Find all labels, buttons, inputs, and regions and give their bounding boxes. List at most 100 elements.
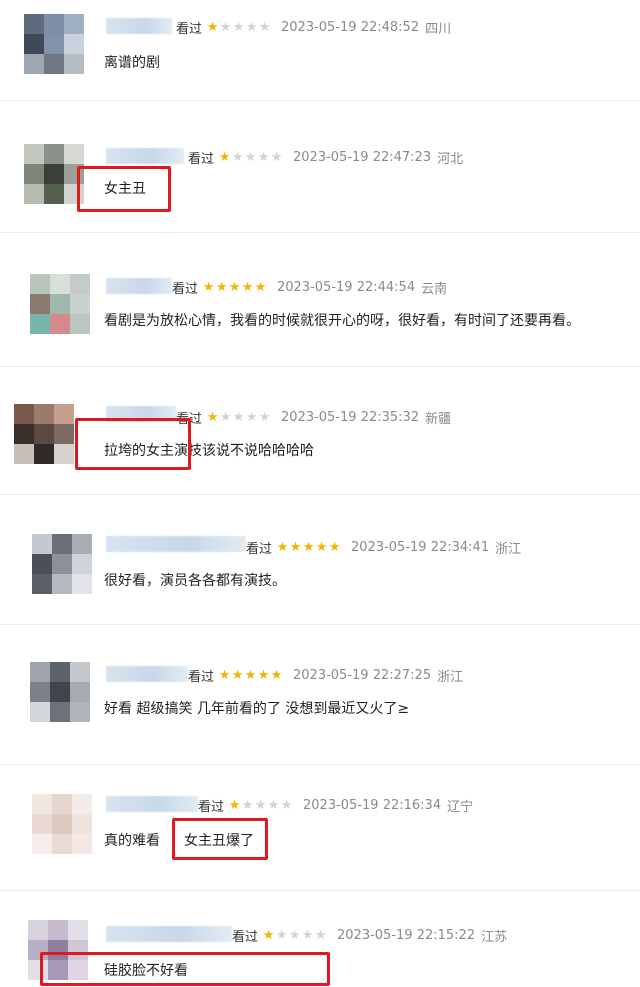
review-text: 离谱的剧 (104, 55, 160, 71)
watched-label: 看过 (188, 152, 215, 167)
avatar-pixel (52, 834, 72, 854)
review-text: 真的难看 (104, 833, 160, 849)
username-blurred[interactable] (106, 536, 246, 552)
review-text: 看剧是为放松心情，我看的时候就很开心的呀，很好看，有时间了还要再看。 (104, 313, 580, 329)
review-meta: 看过 ★ ★ ★ ★ ★ 2023-05-19 22:44:54 云南 (172, 278, 447, 297)
review-time: 2023-05-19 22:47:23 (293, 150, 432, 165)
username-blurred[interactable] (106, 666, 188, 682)
avatar-pixel (70, 682, 90, 702)
avatar-pixel (50, 702, 70, 722)
avatar-pixel (52, 794, 72, 814)
avatar-pixel (14, 444, 34, 464)
avatar-pixel (50, 274, 70, 294)
star-filled-icon: ★ (215, 280, 228, 295)
avatar-pixel (70, 702, 90, 722)
username-blurred[interactable] (106, 926, 232, 942)
star-empty-icon: ★ (219, 20, 232, 35)
avatar-pixel (34, 404, 54, 424)
review-meta: 看过 ★ ★ ★ ★ ★ 2023-05-19 22:47:23 河北 (188, 148, 463, 167)
review-meta: 看过 ★ ★ ★ ★ ★ 2023-05-19 22:48:52 四川 (176, 18, 451, 37)
review-location: 浙江 (495, 542, 522, 557)
review-location: 江苏 (481, 930, 508, 945)
star-filled-icon: ★ (270, 668, 283, 683)
avatar[interactable] (14, 404, 74, 464)
avatar[interactable] (32, 794, 92, 854)
star-filled-icon: ★ (228, 798, 241, 813)
avatar-pixel (72, 534, 92, 554)
avatar-pixel (30, 702, 50, 722)
star-rating: ★ ★ ★ ★ ★ (262, 929, 327, 942)
review-location: 河北 (437, 152, 464, 167)
star-empty-icon: ★ (232, 20, 245, 35)
avatar-pixel (50, 682, 70, 702)
avatar-pixel (72, 574, 92, 594)
avatar-pixel (32, 794, 52, 814)
review-item: 看过 ★ ★ ★ ★ ★ 2023-05-19 22:48:52 四川 离谱的剧 (0, 0, 640, 101)
avatar-pixel (54, 404, 74, 424)
star-empty-icon: ★ (244, 150, 257, 165)
username-blurred[interactable] (106, 148, 184, 164)
avatar-pixel (24, 34, 44, 54)
review-meta: 看过 ★ ★ ★ ★ ★ 2023-05-19 22:15:22 江苏 (232, 926, 507, 945)
avatar-pixel (30, 314, 50, 334)
star-rating: ★ ★ ★ ★ ★ (218, 669, 283, 682)
avatar-pixel (50, 314, 70, 334)
avatar-pixel (30, 662, 50, 682)
avatar[interactable] (30, 274, 90, 334)
review-item: 看过 ★ ★ ★ ★ ★ 2023-05-19 22:44:54 云南 看剧是为放松心情… (0, 262, 640, 367)
avatar-pixel (30, 682, 50, 702)
avatar-pixel (44, 184, 64, 204)
star-filled-icon: ★ (289, 540, 302, 555)
star-rating: ★ ★ ★ ★ ★ (228, 799, 293, 812)
watched-label: 看过 (188, 670, 215, 685)
star-empty-icon: ★ (258, 410, 271, 425)
avatar-pixel (34, 444, 54, 464)
review-meta: 看过 ★ ★ ★ ★ ★ 2023-05-19 22:35:32 新疆 (176, 408, 451, 427)
review-item: 看过 ★ ★ ★ ★ ★ 2023-05-19 22:27:25 浙江 好看 超级搞笑 … (0, 648, 640, 765)
avatar-pixel (28, 920, 48, 940)
username-blurred[interactable] (106, 278, 172, 294)
star-filled-icon: ★ (202, 280, 215, 295)
highlight-box (172, 818, 268, 860)
avatar[interactable] (30, 662, 90, 722)
star-filled-icon: ★ (328, 540, 341, 555)
avatar-pixel (48, 920, 68, 940)
avatar-pixel (64, 14, 84, 34)
username-blurred[interactable] (106, 796, 198, 812)
highlight-box (75, 418, 191, 470)
avatar-pixel (24, 14, 44, 34)
star-filled-icon: ★ (228, 280, 241, 295)
avatar-pixel (64, 144, 84, 164)
avatar-pixel (44, 14, 64, 34)
avatar-pixel (32, 814, 52, 834)
watched-label: 看过 (246, 542, 273, 557)
review-item: 看过 ★ ★ ★ ★ ★ 2023-05-19 22:35:32 新疆 拉垮的女主演技该… (0, 392, 640, 495)
star-empty-icon: ★ (267, 798, 280, 813)
review-item: 看过 ★ ★ ★ ★ ★ 2023-05-19 22:47:23 河北 女主丑 (0, 130, 640, 233)
avatar-pixel (14, 404, 34, 424)
review-meta: 看过 ★ ★ ★ ★ ★ 2023-05-19 22:16:34 辽宁 (198, 796, 473, 815)
review-location: 浙江 (437, 670, 464, 685)
star-filled-icon: ★ (206, 410, 219, 425)
avatar-pixel (54, 444, 74, 464)
star-rating: ★ ★ ★ ★ ★ (206, 411, 271, 424)
review-location: 四川 (425, 22, 452, 37)
star-filled-icon: ★ (218, 668, 231, 683)
review-time: 2023-05-19 22:48:52 (281, 20, 420, 35)
star-filled-icon: ★ (218, 150, 231, 165)
avatar-pixel (70, 274, 90, 294)
avatar-pixel (52, 814, 72, 834)
avatar-pixel (44, 54, 64, 74)
highlight-box (77, 166, 171, 212)
avatar-pixel (44, 34, 64, 54)
star-filled-icon: ★ (276, 540, 289, 555)
star-filled-icon: ★ (254, 280, 267, 295)
avatar[interactable] (24, 144, 84, 204)
star-empty-icon: ★ (245, 410, 258, 425)
username-blurred[interactable] (106, 18, 172, 34)
review-text: 好看 超级搞笑 几年前看的了 没想到最近又火了≥ (104, 701, 410, 717)
avatar[interactable] (32, 534, 92, 594)
avatar[interactable] (24, 14, 84, 74)
star-filled-icon: ★ (302, 540, 315, 555)
review-location: 云南 (421, 282, 448, 297)
